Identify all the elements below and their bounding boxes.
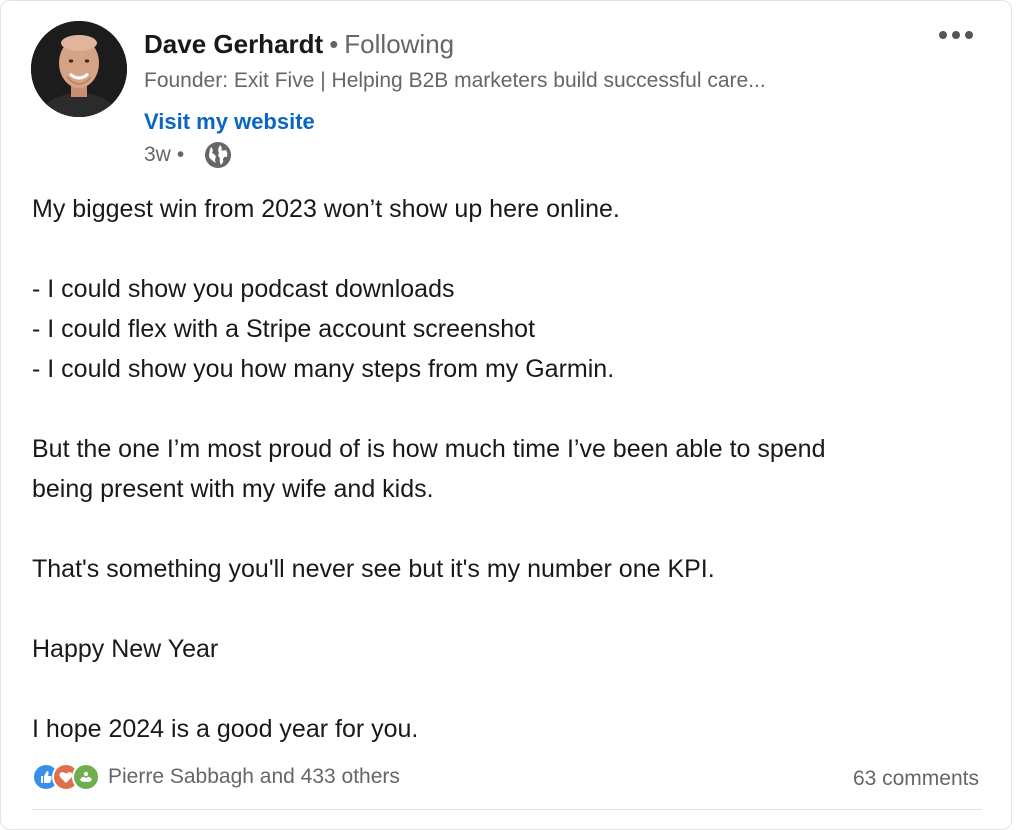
name-separator: • <box>329 29 339 59</box>
post-list-item: - I could show you podcast downloads <box>32 275 455 303</box>
meta-separator: • <box>176 143 185 166</box>
post-paragraph: I hope 2024 is a good year for you. <box>32 715 419 743</box>
comments-count-link[interactable]: 63 comments <box>853 763 979 795</box>
author-name-row: Dave Gerhardt • Following <box>144 27 454 61</box>
globe-icon <box>205 142 232 168</box>
author-avatar[interactable] <box>31 21 127 117</box>
post-paragraph: That's something you'll never see but it… <box>32 555 715 583</box>
author-headline: Founder: Exit Five | Helping B2B markete… <box>144 69 766 92</box>
support-icon <box>72 763 100 791</box>
ellipsis-icon <box>965 31 973 39</box>
post-paragraph: But the one I’m most proud of is how muc… <box>32 435 826 463</box>
footer-divider <box>32 809 982 810</box>
post-body: My biggest win from 2023 won’t show up h… <box>32 189 992 749</box>
ellipsis-icon <box>939 31 947 39</box>
more-options-button[interactable] <box>937 25 975 45</box>
post-time: 3w <box>144 143 171 166</box>
feed-post-card: Dave Gerhardt • Following Founder: Exit Fi… <box>0 0 1012 830</box>
author-name[interactable]: Dave Gerhardt <box>144 29 323 59</box>
visit-website-link[interactable]: Visit my website <box>144 107 315 137</box>
reaction-icons <box>32 763 100 791</box>
ellipsis-icon <box>952 31 960 39</box>
post-paragraph: Happy New Year <box>32 635 219 663</box>
reactions-summary[interactable]: Pierre Sabbagh and 433 others <box>32 763 400 791</box>
post-list-item: - I could flex with a Stripe account scr… <box>32 315 536 343</box>
post-paragraph: being present with my wife and kids. <box>32 475 434 503</box>
post-paragraph: My biggest win from 2023 won’t show up h… <box>32 195 620 223</box>
reactions-text: Pierre Sabbagh and 433 others <box>108 765 400 788</box>
post-meta: 3w • <box>144 141 232 169</box>
post-list-item: - I could show you how many steps from m… <box>32 355 615 383</box>
follow-status[interactable]: Following <box>344 29 454 59</box>
